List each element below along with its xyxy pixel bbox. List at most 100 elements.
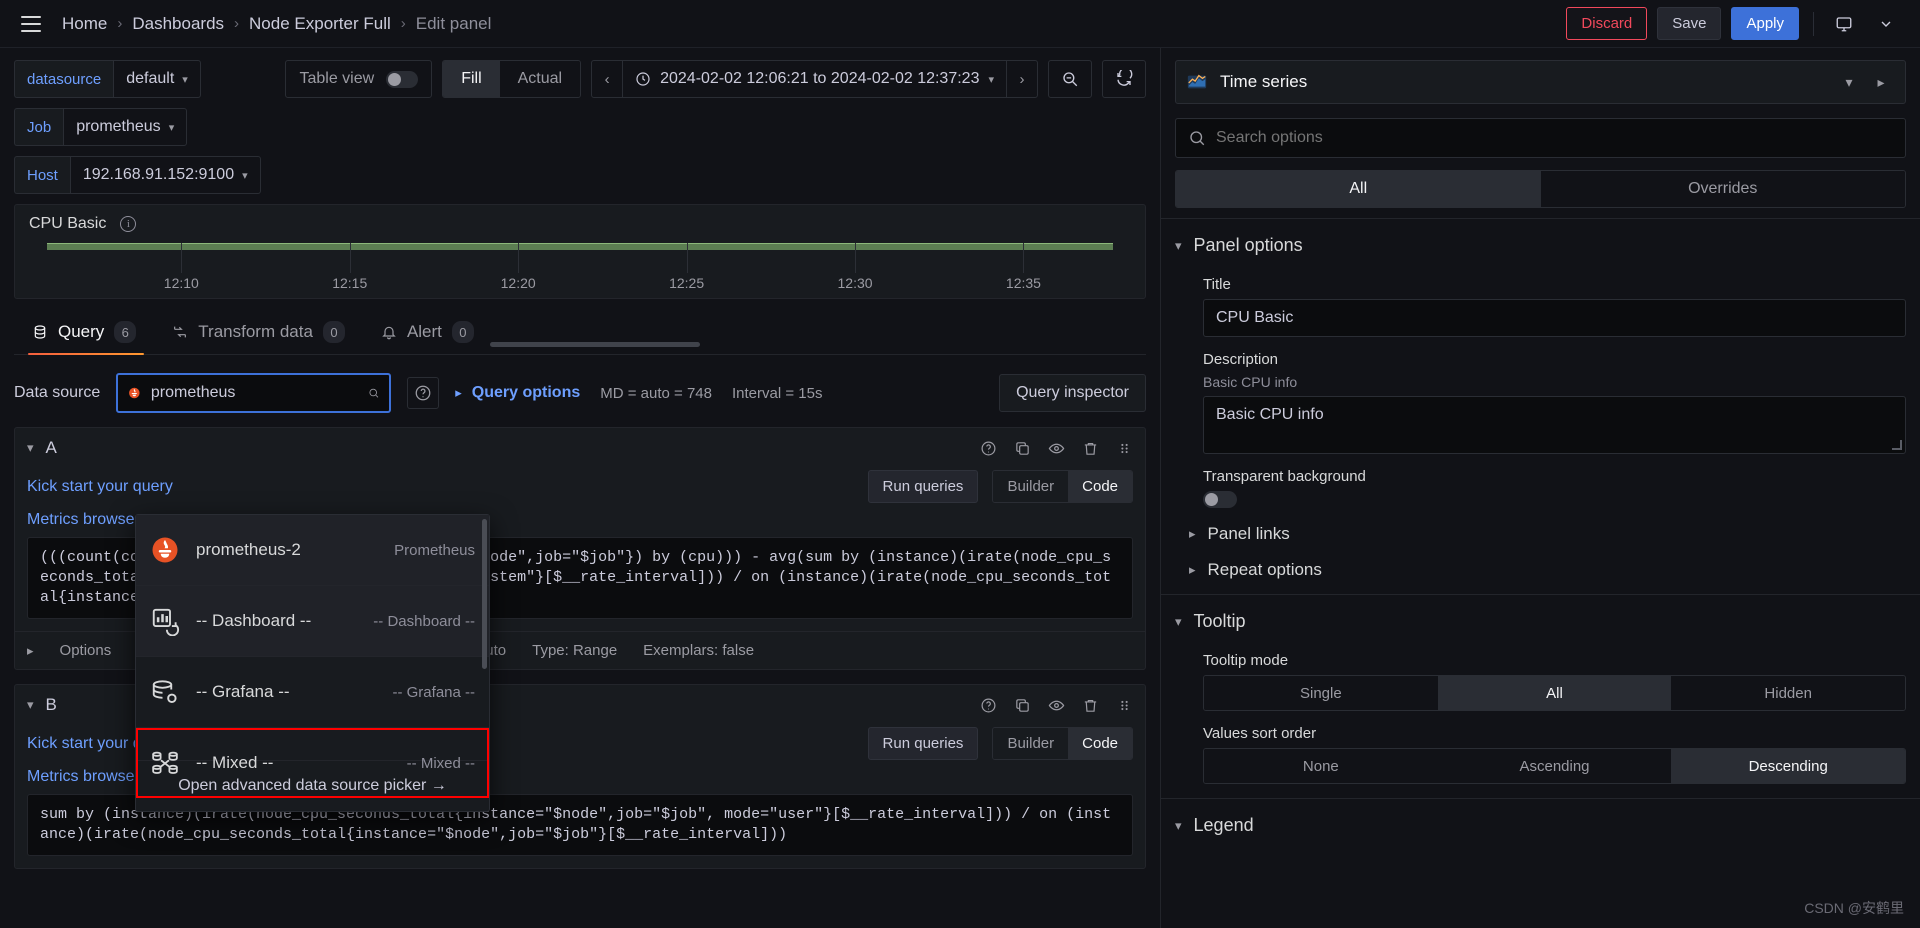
query-options-toggle[interactable]: ▸ Query options MD = auto = 748 Interval… bbox=[455, 384, 822, 402]
legend-item[interactable]: Busy Iowait bbox=[293, 297, 365, 298]
field-label: Description bbox=[1203, 351, 1279, 368]
breadcrumb-item-dashboards[interactable]: Dashboards bbox=[132, 14, 224, 34]
chevron-right-icon[interactable]: ▸ bbox=[1867, 68, 1895, 96]
breadcrumb-item-node-exporter-full[interactable]: Node Exporter Full bbox=[249, 14, 391, 34]
top-nav-actions: Discard Save Apply bbox=[1566, 7, 1902, 40]
time-shift-forward-icon[interactable]: › bbox=[1007, 61, 1037, 97]
variable-picker-job[interactable]: prometheus ▾ bbox=[63, 108, 188, 146]
data-source-option-dashboard[interactable]: -- Dashboard -- -- Dashboard -- bbox=[136, 586, 489, 656]
variable-picker-datasource[interactable]: default ▾ bbox=[113, 60, 201, 98]
kick-start-query-button[interactable]: Kick start your query bbox=[27, 478, 173, 496]
run-queries-button-b[interactable]: Run queries bbox=[867, 727, 979, 760]
section-legend-header[interactable]: ▾ Legend bbox=[1175, 809, 1906, 842]
query-inspector-button[interactable]: Query inspector bbox=[999, 374, 1146, 412]
tooltip-mode-single[interactable]: Single bbox=[1204, 676, 1438, 710]
options-sections: ▾ Panel options Title CPU Basic Descript… bbox=[1161, 218, 1920, 928]
eye-icon[interactable] bbox=[1047, 696, 1065, 714]
options-tabs: All Overrides bbox=[1175, 170, 1906, 208]
chevron-down-icon[interactable]: ▾ bbox=[27, 697, 34, 713]
panel-horizontal-scrollbar[interactable] bbox=[490, 342, 700, 347]
chevron-down-icon: ▾ bbox=[1175, 817, 1182, 833]
values-sort-descending[interactable]: Descending bbox=[1671, 749, 1905, 783]
panel-title-input[interactable]: CPU Basic bbox=[1203, 299, 1906, 337]
help-circle-icon[interactable] bbox=[979, 696, 997, 714]
values-sort-ascending[interactable]: Ascending bbox=[1437, 749, 1672, 783]
drag-handle-icon[interactable] bbox=[1115, 439, 1133, 457]
tab-alert-badge: 0 bbox=[451, 321, 474, 343]
time-range-button[interactable]: 2024-02-02 12:06:21 to 2024-02-02 12:37:… bbox=[623, 70, 1006, 88]
trash-icon[interactable] bbox=[1081, 696, 1099, 714]
help-circle-icon[interactable] bbox=[979, 439, 997, 457]
tab-alert-label: Alert bbox=[406, 322, 442, 341]
values-sort-none[interactable]: None bbox=[1204, 749, 1438, 783]
tab-query[interactable]: Query 6 bbox=[14, 321, 154, 355]
collapsible-repeat-options[interactable]: ▸ Repeat options bbox=[1189, 560, 1906, 580]
fill-button[interactable]: Fill bbox=[443, 61, 500, 97]
builder-mode-button-a[interactable]: Builder bbox=[993, 471, 1069, 502]
apply-button[interactable]: Apply bbox=[1731, 7, 1799, 40]
section-tooltip-header[interactable]: ▾ Tooltip bbox=[1175, 605, 1906, 638]
query-row-b-name[interactable]: B bbox=[46, 695, 57, 715]
trash-icon[interactable] bbox=[1081, 439, 1099, 457]
chevron-down-icon[interactable]: ▾ bbox=[27, 440, 34, 456]
field-label: Values sort order bbox=[1203, 725, 1317, 742]
run-queries-button-a[interactable]: Run queries bbox=[867, 470, 979, 503]
eye-icon[interactable] bbox=[1047, 439, 1065, 457]
chevron-down-icon: ▾ bbox=[182, 73, 188, 86]
save-button[interactable]: Save bbox=[1657, 7, 1722, 40]
duplicate-icon[interactable] bbox=[1013, 696, 1031, 714]
actual-button[interactable]: Actual bbox=[499, 61, 581, 97]
section-panel-options-header[interactable]: ▾ Panel options bbox=[1175, 229, 1906, 262]
panel-description-textarea[interactable]: Basic CPU info bbox=[1203, 396, 1906, 454]
tab-alert[interactable]: Alert 0 bbox=[363, 321, 492, 354]
data-source-option-prometheus-2[interactable]: prometheus-2 Prometheus bbox=[136, 515, 489, 585]
transparent-background-switch[interactable] bbox=[1203, 491, 1237, 508]
collapsible-panel-links[interactable]: ▸ Panel links bbox=[1189, 524, 1906, 544]
breadcrumb-item-edit-panel: Edit panel bbox=[415, 13, 492, 33]
legend-item[interactable]: Busy IRQs bbox=[401, 297, 468, 298]
data-source-picker[interactable] bbox=[116, 373, 392, 413]
drag-handle-icon[interactable] bbox=[1115, 696, 1133, 714]
dropdown-scrollbar[interactable] bbox=[482, 519, 487, 669]
tab-all-options[interactable]: All bbox=[1176, 171, 1541, 207]
variable-picker-host[interactable]: 192.168.91.152:9100 ▾ bbox=[69, 156, 261, 194]
discard-button[interactable]: Discard bbox=[1566, 7, 1648, 40]
query-row-a-name[interactable]: A bbox=[46, 438, 57, 458]
options-search-input[interactable] bbox=[1216, 129, 1893, 147]
chevron-down-icon[interactable] bbox=[1870, 8, 1902, 40]
tooltip-mode-all[interactable]: All bbox=[1437, 676, 1672, 710]
option-label: prometheus-2 bbox=[196, 540, 301, 559]
search-icon[interactable] bbox=[368, 384, 379, 402]
hamburger-menu-icon[interactable] bbox=[14, 7, 48, 41]
legend-item[interactable]: Busy User bbox=[193, 297, 258, 298]
chevron-right-icon[interactable]: ▸ bbox=[27, 643, 34, 659]
breadcrumb-item-home[interactable]: Home bbox=[62, 14, 107, 34]
data-source-input[interactable] bbox=[150, 384, 358, 402]
tab-transform-data[interactable]: Transform data 0 bbox=[154, 321, 363, 354]
data-source-help-button[interactable] bbox=[407, 377, 440, 409]
variable-row-host: Host 192.168.91.152:9100 ▾ bbox=[14, 156, 1146, 194]
data-source-option-grafana[interactable]: -- Grafana -- -- Grafana -- bbox=[136, 657, 489, 727]
duplicate-icon[interactable] bbox=[1013, 439, 1031, 457]
data-source-option-mixed[interactable]: -- Mixed -- -- Mixed -- bbox=[136, 728, 489, 798]
top-navigation-bar: Home › Dashboards › Node Exporter Full ›… bbox=[0, 0, 1920, 48]
tv-mode-icon[interactable] bbox=[1828, 8, 1860, 40]
time-shift-back-icon[interactable]: ‹ bbox=[592, 61, 622, 97]
code-mode-button-a[interactable]: Code bbox=[1068, 471, 1132, 502]
tooltip-mode-hidden[interactable]: Hidden bbox=[1671, 676, 1905, 710]
chevron-down-icon[interactable]: ▾ bbox=[1835, 68, 1863, 96]
builder-mode-button-b[interactable]: Builder bbox=[993, 728, 1069, 759]
table-view-switch[interactable] bbox=[386, 70, 419, 88]
code-mode-button-b[interactable]: Code bbox=[1068, 728, 1132, 759]
info-circle-icon[interactable]: i bbox=[120, 216, 137, 232]
field-label: Title bbox=[1203, 276, 1231, 293]
refresh-button[interactable] bbox=[1102, 60, 1146, 98]
tab-overrides[interactable]: Overrides bbox=[1540, 171, 1905, 207]
legend-item[interactable]: Idle bbox=[610, 297, 633, 298]
options-search[interactable] bbox=[1175, 118, 1906, 158]
legend-item[interactable]: Busy System bbox=[75, 297, 157, 298]
table-view-toggle[interactable]: Table view bbox=[285, 60, 433, 98]
visualization-picker[interactable]: Time series ▾ ▸ bbox=[1175, 60, 1906, 104]
legend-item[interactable]: Busy Other bbox=[504, 297, 574, 298]
zoom-out-button[interactable] bbox=[1048, 60, 1092, 98]
